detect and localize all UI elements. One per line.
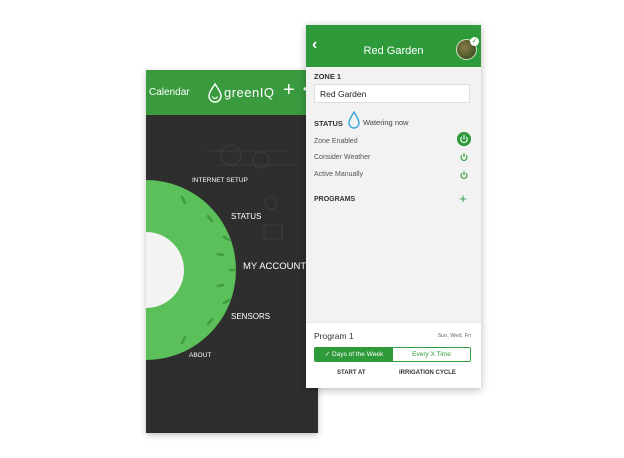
start-at-button[interactable]: START AT [337,370,366,376]
zone-header: ‹ Red Garden ✓ [306,25,481,67]
left-app-header: Calendar greenIQ + •• [146,70,318,115]
menu-wheel [146,144,296,360]
menu-item-status[interactable]: STATUS [231,212,261,221]
toggle-label-active-manually: Active Manually [314,171,364,178]
menu-item-about[interactable]: ABOUT [189,352,211,359]
tab-every-x-time[interactable]: Every X Time [393,348,470,361]
irrigation-cycle-button[interactable]: IRRIGATION CYCLE [399,370,456,376]
menu-item-sensors[interactable]: SENSORS [231,312,270,321]
water-drop-icon [348,111,360,129]
zone-label: ZONE 1 [314,72,342,81]
greeniq-menu-screen: Calendar greenIQ + •• IN [146,70,318,433]
schedule-type-segmented-control: ✓ Days of the Week Every X Time [314,347,471,362]
menu-item-internet-setup[interactable]: INTERNET SETUP [192,177,248,184]
greeniq-logo-text: greenIQ [224,85,275,100]
status-text: Watering now [363,118,409,127]
toggle-label-consider-weather: Consider Weather [314,154,371,161]
check-icon: ✓ [470,37,479,46]
active-manually-power-icon[interactable] [458,169,470,181]
zone-name-field[interactable]: Red Garden [314,84,470,103]
programs-label: PROGRAMS [314,196,356,203]
page-title: Red Garden [363,45,424,57]
tab-days-of-the-week[interactable]: ✓ Days of the Week [315,348,393,361]
status-label: STATUS [314,119,343,128]
toggle-label-zone-enabled: Zone Enabled [314,138,358,145]
zone-detail-screen: ‹ Red Garden ✓ ZONE 1 Red Garden STATUS … [306,25,481,388]
calendar-link[interactable]: Calendar [149,87,190,98]
consider-weather-power-icon[interactable] [458,151,470,163]
menu-item-my-account[interactable]: MY ACCOUNT [243,261,306,272]
program-days: Sun, Wed, Fri [437,333,471,339]
add-icon[interactable]: + [283,80,295,100]
program-card: Program 1 Sun, Wed, Fri ✓ Days of the We… [306,322,481,388]
add-program-icon[interactable]: + [456,192,470,206]
zone-enabled-power-icon[interactable] [457,132,471,146]
program-name[interactable]: Program 1 [314,331,354,341]
